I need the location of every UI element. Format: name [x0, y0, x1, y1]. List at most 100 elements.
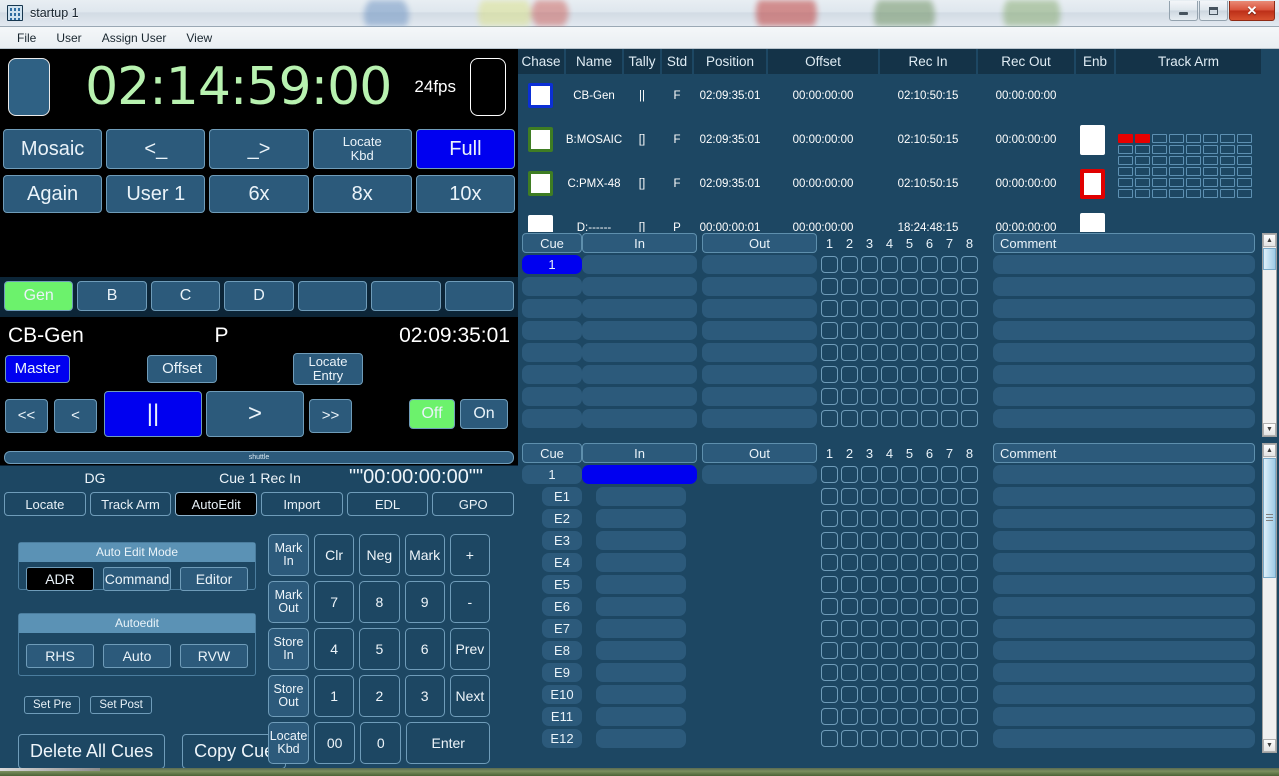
- cue-out-cell[interactable]: [702, 321, 817, 340]
- cue-track-checkbox[interactable]: [961, 576, 978, 593]
- track-arm-cell[interactable]: [1186, 134, 1201, 143]
- cue-comment-cell[interactable]: [993, 619, 1255, 638]
- cue-track-checkbox[interactable]: [921, 488, 938, 505]
- cue-track-checkbox[interactable]: [961, 344, 978, 361]
- track-arm-cell[interactable]: [1118, 156, 1133, 165]
- cue-track-checkbox[interactable]: [821, 466, 838, 483]
- play-button[interactable]: >: [206, 391, 304, 437]
- cue-track-checkbox[interactable]: [821, 410, 838, 427]
- keypad-neg-button[interactable]: Neg: [359, 534, 400, 576]
- cue-comment-cell[interactable]: [993, 553, 1255, 572]
- cue-in-cell[interactable]: [582, 465, 697, 484]
- cue-row[interactable]: E9: [518, 662, 1279, 684]
- keypad-store-out-button[interactable]: Store Out: [268, 675, 309, 717]
- cue-track-checkbox[interactable]: [861, 256, 878, 273]
- cue-track-checkbox[interactable]: [841, 730, 858, 747]
- track-arm-cell[interactable]: [1220, 189, 1235, 198]
- cue-track-checkbox[interactable]: [901, 686, 918, 703]
- cue-row[interactable]: [518, 276, 1279, 298]
- machine-row[interactable]: CB-Gen || F 02:09:35:01 00:00:00:00 02:10:50:…: [518, 74, 1279, 118]
- scroll-up-icon[interactable]: ▲: [1263, 444, 1276, 457]
- cue-track-checkbox[interactable]: [841, 708, 858, 725]
- cue-number-cell[interactable]: [522, 409, 582, 428]
- cue-track-checkbox[interactable]: [821, 510, 838, 527]
- cue-track-checkbox[interactable]: [901, 664, 918, 681]
- cue-track-checkbox[interactable]: [921, 576, 938, 593]
- cue-row[interactable]: E1: [518, 486, 1279, 508]
- cue-track-checkbox[interactable]: [941, 510, 958, 527]
- cue-number-cell[interactable]: E1: [542, 487, 582, 506]
- menu-file[interactable]: File: [8, 29, 45, 47]
- cue-row[interactable]: [518, 298, 1279, 320]
- cue-track-checkbox[interactable]: [921, 730, 938, 747]
- cue-track-checkbox[interactable]: [921, 322, 938, 339]
- cue-track-checkbox[interactable]: [941, 322, 958, 339]
- close-button[interactable]: ✕: [1229, 1, 1275, 21]
- cue-track-checkbox[interactable]: [861, 664, 878, 681]
- cue-track-checkbox[interactable]: [901, 620, 918, 637]
- mode-editor-button[interactable]: Editor: [180, 567, 248, 591]
- track-arm-cell[interactable]: [1152, 167, 1167, 176]
- fast-forward-button[interactable]: >>: [309, 399, 352, 433]
- record-off-button[interactable]: Off: [409, 399, 455, 429]
- cue-track-checkbox[interactable]: [961, 388, 978, 405]
- cue-comment-cell[interactable]: [993, 509, 1255, 528]
- menu-assign-user[interactable]: Assign User: [93, 29, 176, 47]
- cue-track-checkbox[interactable]: [921, 686, 938, 703]
- cue-track-checkbox[interactable]: [901, 300, 918, 317]
- cue-number-cell[interactable]: E5: [542, 575, 582, 594]
- cue-comment-cell[interactable]: [993, 707, 1255, 726]
- chase-checkbox[interactable]: [528, 171, 553, 196]
- cue-track-checkbox[interactable]: [841, 322, 858, 339]
- cue-comment-cell[interactable]: [993, 465, 1255, 484]
- scroll-down-icon[interactable]: ▼: [1263, 423, 1276, 436]
- keypad-store-in-button[interactable]: Store In: [268, 628, 309, 670]
- cue-track-checkbox[interactable]: [941, 410, 958, 427]
- full-button[interactable]: Full: [415, 129, 516, 169]
- cue-number-cell[interactable]: E8: [542, 641, 582, 660]
- cue-track-checkbox[interactable]: [861, 708, 878, 725]
- scroll-up-icon[interactable]: ▲: [1263, 234, 1276, 247]
- track-arm-matrix[interactable]: [1118, 134, 1252, 198]
- cue-track-checkbox[interactable]: [881, 278, 898, 295]
- keypad-8-button[interactable]: 8: [359, 581, 400, 623]
- cue-track-checkbox[interactable]: [881, 664, 898, 681]
- cue-track-checkbox[interactable]: [821, 642, 838, 659]
- shuttle-slider[interactable]: shuttle: [4, 451, 514, 464]
- cue-track-checkbox[interactable]: [841, 686, 858, 703]
- cue-track-checkbox[interactable]: [961, 532, 978, 549]
- cue-track-checkbox[interactable]: [921, 554, 938, 571]
- pause-button[interactable]: ||: [104, 391, 202, 437]
- cue-track-checkbox[interactable]: [821, 278, 838, 295]
- cue-number-cell[interactable]: E9: [542, 663, 582, 682]
- cue-track-checkbox[interactable]: [941, 686, 958, 703]
- cue-track-checkbox[interactable]: [881, 620, 898, 637]
- cue-in-cell[interactable]: [582, 409, 697, 428]
- cue-row[interactable]: 1: [518, 254, 1279, 276]
- cue-track-checkbox[interactable]: [921, 300, 938, 317]
- cue-track-checkbox[interactable]: [861, 322, 878, 339]
- cue-track-checkbox[interactable]: [901, 278, 918, 295]
- cue-number-cell[interactable]: [522, 343, 582, 362]
- cue-row[interactable]: E6: [518, 596, 1279, 618]
- timecode-right-indicator[interactable]: [470, 58, 506, 116]
- cue-track-checkbox[interactable]: [941, 388, 958, 405]
- track-arm-cell[interactable]: [1152, 156, 1167, 165]
- cue-track-checkbox[interactable]: [961, 366, 978, 383]
- cue-track-checkbox[interactable]: [841, 620, 858, 637]
- track-arm-cell[interactable]: [1186, 156, 1201, 165]
- rewind-button[interactable]: <<: [5, 399, 48, 433]
- cue-out-cell[interactable]: [702, 343, 817, 362]
- cue-track-checkbox[interactable]: [961, 664, 978, 681]
- cue-track-checkbox[interactable]: [881, 554, 898, 571]
- cue-track-checkbox[interactable]: [901, 322, 918, 339]
- track-arm-cell[interactable]: [1186, 178, 1201, 187]
- cue-track-checkbox[interactable]: [921, 510, 938, 527]
- keypad-6-button[interactable]: 6: [404, 628, 445, 670]
- cue-comment-cell[interactable]: [993, 663, 1255, 682]
- cue-row[interactable]: E3: [518, 530, 1279, 552]
- cue-in-cell[interactable]: [596, 597, 686, 616]
- keypad-7-button[interactable]: 7: [314, 581, 355, 623]
- cue-out-cell[interactable]: [702, 387, 817, 406]
- cue-row[interactable]: E12: [518, 728, 1279, 750]
